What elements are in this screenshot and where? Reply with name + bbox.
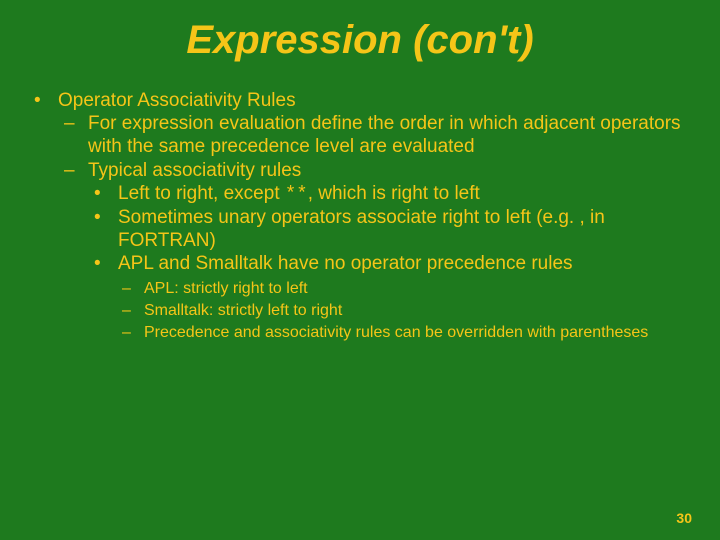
bullet-text: APL: strictly right to left xyxy=(144,280,308,297)
code-text: ** xyxy=(285,183,308,205)
list-item: Typical associativity rules Left to righ… xyxy=(58,159,692,344)
bullet-text: Smalltalk: strictly left to right xyxy=(144,302,342,319)
bullet-text: Typical associativity rules xyxy=(88,160,301,181)
bullet-text: Left to right, except xyxy=(118,183,285,204)
list-item: Operator Associativity Rules For express… xyxy=(28,89,692,343)
bullet-list-lvl3: Left to right, except **, which is right… xyxy=(88,182,692,344)
bullet-list-lvl2: For expression evaluation define the ord… xyxy=(58,112,692,343)
bullet-text: APL and Smalltalk have no operator prece… xyxy=(118,253,573,274)
bullet-text: For expression evaluation define the ord… xyxy=(88,113,681,157)
list-item: APL and Smalltalk have no operator prece… xyxy=(88,252,692,343)
page-number: 30 xyxy=(676,510,692,526)
list-item: Sometimes unary operators associate righ… xyxy=(88,206,692,252)
bullet-text: Sometimes unary operators associate righ… xyxy=(118,207,605,251)
list-item: Precedence and associativity rules can b… xyxy=(118,323,692,343)
bullet-list-lvl1: Operator Associativity Rules For express… xyxy=(28,89,692,343)
bullet-text: , which is right to left xyxy=(308,183,480,204)
list-item: APL: strictly right to left xyxy=(118,279,692,299)
list-item: Left to right, except **, which is right… xyxy=(88,182,692,206)
bullet-list-lvl4: APL: strictly right to left Smalltalk: s… xyxy=(118,279,692,343)
list-item: For expression evaluation define the ord… xyxy=(58,112,692,158)
bullet-text: Precedence and associativity rules can b… xyxy=(144,324,648,341)
slide-title: Expression (con't) xyxy=(28,18,692,63)
bullet-text: Operator Associativity Rules xyxy=(58,90,296,111)
list-item: Smalltalk: strictly left to right xyxy=(118,301,692,321)
